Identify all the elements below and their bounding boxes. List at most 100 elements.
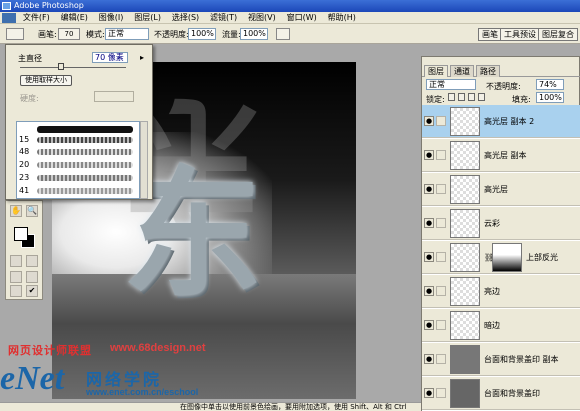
layer-name[interactable]: 高光层: [484, 184, 508, 195]
layer-row[interactable]: ● 高光层: [422, 173, 580, 206]
opacity-field[interactable]: 100%: [188, 28, 216, 40]
menu-window[interactable]: 窗口(W): [283, 12, 321, 24]
brush-list-scrollbar[interactable]: [140, 121, 148, 199]
tab-tool-presets[interactable]: 工具预设: [500, 28, 540, 41]
tab-brushes[interactable]: 画笔: [478, 28, 502, 41]
brush-picker[interactable]: 70: [58, 28, 80, 40]
options-bar: 画笔: 70 模式: 正常 不透明度: 100% 流量: 100% 画笔 工具预…: [0, 24, 580, 44]
menu-edit[interactable]: 编辑(E): [57, 12, 92, 24]
lock-pixels-icon[interactable]: [458, 93, 465, 101]
layer-row[interactable]: ● 高光层 副本 2: [422, 105, 580, 138]
tab-layers[interactable]: 图层: [424, 65, 448, 77]
layer-link-icon[interactable]: [436, 286, 446, 296]
popup-menu-arrow-icon[interactable]: ▸: [140, 53, 144, 62]
diameter-slider-track[interactable]: [20, 67, 126, 68]
quick-mask-icon[interactable]: [26, 255, 38, 267]
layer-name[interactable]: 上部反光: [526, 252, 558, 263]
title-bar: Adobe Photoshop: [0, 0, 580, 12]
airbrush-icon[interactable]: [276, 28, 290, 40]
visibility-eye-icon[interactable]: ●: [424, 116, 434, 126]
layer-mask-thumbnail[interactable]: [492, 243, 522, 272]
layer-link-icon[interactable]: [436, 150, 446, 160]
visibility-eye-icon[interactable]: ●: [424, 252, 434, 262]
tab-channels[interactable]: 通道: [450, 65, 474, 77]
visibility-eye-icon[interactable]: ●: [424, 184, 434, 194]
screen-mode-icon[interactable]: [10, 271, 22, 283]
hand-tool-icon[interactable]: ✋: [10, 205, 22, 217]
menu-filter[interactable]: 滤镜(T): [206, 12, 241, 24]
lock-position-icon[interactable]: [468, 93, 475, 101]
brush-stroke-preview[interactable]: [37, 126, 133, 133]
lock-transparency-icon[interactable]: [448, 93, 455, 101]
menu-image[interactable]: 图像(I): [95, 12, 128, 24]
layer-link-icon[interactable]: [436, 184, 446, 194]
preset-size: 20: [19, 160, 30, 169]
menu-help[interactable]: 帮助(H): [324, 12, 360, 24]
brush-tool-preset-icon[interactable]: [6, 28, 24, 40]
layer-link-icon[interactable]: [436, 354, 446, 364]
fullscreen-mode-icon[interactable]: [26, 271, 38, 283]
watermark-cn: 网页设计师联盟: [8, 344, 92, 357]
layer-name[interactable]: 台面和背景盖印 副本: [484, 354, 559, 365]
layer-row[interactable]: ● ⛓ 上部反光: [422, 241, 580, 274]
visibility-eye-icon[interactable]: ●: [424, 354, 434, 364]
brush-preset-list[interactable]: 15 48 20 23 41: [16, 121, 140, 199]
layers-panel-tabs: 图层 通道 路径: [422, 65, 580, 77]
status-hint: 在图像中单击以使用前景色绘画，要用附加选项，使用 Shift、Alt 和 Ctr…: [180, 403, 407, 411]
layers-list: ● 高光层 副本 2 ● 高光层 副本 ● 高光层 ● 云彩 ● ⛓ 上部反光 …: [422, 105, 580, 411]
diameter-slider-thumb[interactable]: [58, 63, 64, 70]
visibility-eye-icon[interactable]: ●: [424, 286, 434, 296]
lock-all-icon[interactable]: [478, 93, 485, 101]
use-sample-size-button[interactable]: 使用取样大小: [20, 75, 72, 86]
layer-opacity-field[interactable]: 74%: [536, 79, 564, 90]
layer-name[interactable]: 高光层 副本 2: [484, 116, 534, 127]
menu-layer[interactable]: 图层(L): [130, 12, 165, 24]
layer-link-icon[interactable]: [436, 388, 446, 398]
brush-stroke-preview[interactable]: [37, 188, 133, 194]
brush-stroke-preview[interactable]: [37, 149, 133, 155]
layer-link-icon[interactable]: [436, 252, 446, 262]
zoom-tool-icon[interactable]: 🔍: [26, 205, 38, 217]
tab-paths[interactable]: 路径: [476, 65, 500, 77]
foreground-color-swatch[interactable]: [14, 227, 28, 241]
tab-layer-comps[interactable]: 图层复合: [538, 28, 578, 41]
standard-mode-icon[interactable]: [10, 255, 22, 267]
fill-field[interactable]: 100%: [536, 92, 564, 103]
layer-thumbnail: [450, 209, 480, 238]
brush-stroke-preview[interactable]: [37, 162, 133, 168]
brush-paint-icon: [436, 116, 446, 126]
menu-select[interactable]: 选择(S): [168, 12, 203, 24]
layer-row[interactable]: ● 暗边: [422, 309, 580, 342]
visibility-eye-icon[interactable]: ●: [424, 388, 434, 398]
enet-logo-url: www.enet.com.cn/eschool: [86, 387, 199, 397]
layer-row[interactable]: ● 云彩: [422, 207, 580, 240]
layer-row[interactable]: ● 高光层 副本: [422, 139, 580, 172]
layer-link-icon[interactable]: [436, 218, 446, 228]
layer-name[interactable]: 台面和背景盖印: [484, 388, 540, 399]
layer-name[interactable]: 云彩: [484, 218, 500, 229]
layer-name[interactable]: 高光层 副本: [484, 150, 527, 161]
opacity-label: 不透明度:: [154, 30, 189, 39]
jump-to-imageready-icon[interactable]: [10, 285, 22, 297]
checkmark-icon[interactable]: ✔: [26, 285, 38, 297]
layer-row[interactable]: ● 台面和背景盖印 副本: [422, 343, 580, 376]
layer-link-icon[interactable]: [436, 320, 446, 330]
toolbox: ✋ 🔍 ✔: [5, 200, 43, 300]
brush-stroke-preview[interactable]: [37, 175, 133, 181]
menu-view[interactable]: 视图(V): [244, 12, 280, 24]
layer-row[interactable]: ● 台面和背景盖印: [422, 377, 580, 410]
visibility-eye-icon[interactable]: ●: [424, 150, 434, 160]
layer-thumbnail: [450, 175, 480, 204]
layer-name[interactable]: 亮边: [484, 286, 500, 297]
visibility-eye-icon[interactable]: ●: [424, 320, 434, 330]
layer-name[interactable]: 暗边: [484, 320, 500, 331]
blend-mode-select[interactable]: 正常: [426, 79, 476, 90]
brush-stroke-preview[interactable]: [37, 137, 133, 143]
menu-file[interactable]: 文件(F): [19, 12, 54, 24]
layer-row[interactable]: ● 亮边: [422, 275, 580, 308]
visibility-eye-icon[interactable]: ●: [424, 218, 434, 228]
mode-select[interactable]: 正常: [105, 28, 149, 40]
flow-field[interactable]: 100%: [240, 28, 268, 40]
hardness-field: [94, 91, 134, 102]
master-diameter-field[interactable]: 70 像素: [92, 52, 128, 63]
